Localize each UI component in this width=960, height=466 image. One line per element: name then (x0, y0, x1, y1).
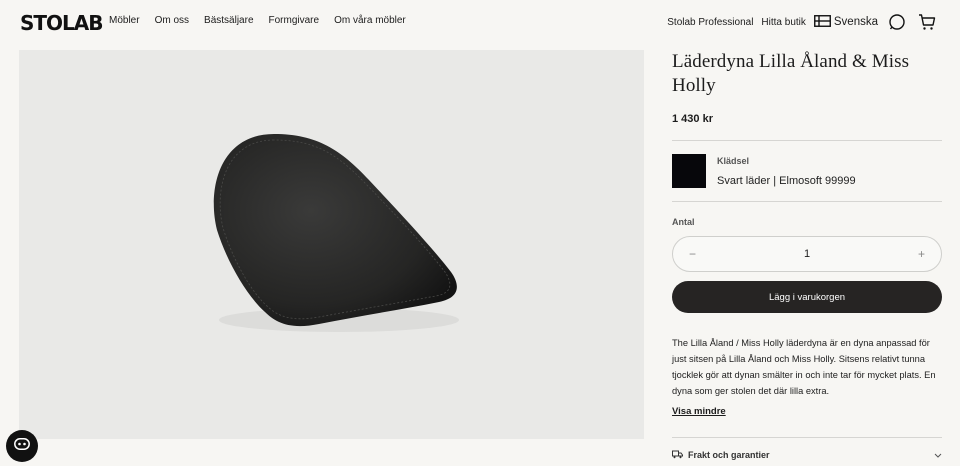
product-price: 1 430 kr (672, 113, 713, 125)
product-description: The Lilla Åland / Miss Holly läderdyna ä… (672, 338, 936, 396)
product-panel: Läderdyna Lilla Åland & Miss Holly 1 430… (672, 50, 942, 466)
find-store-link[interactable]: Hitta butik (761, 17, 805, 28)
site-header: STOLAB Möbler Om oss Bästsäljare Formgiv… (0, 0, 960, 44)
quantity-stepper: − 1 + (672, 236, 942, 272)
accordion-label: Frakt och garantier (688, 450, 770, 460)
language-selector[interactable]: Svenska (813, 14, 878, 30)
increase-button[interactable]: + (918, 247, 925, 261)
nav-item-about-furniture[interactable]: Om våra möbler (334, 15, 406, 26)
decrease-button[interactable]: − (689, 247, 696, 261)
divider (672, 201, 942, 202)
divider (672, 140, 942, 141)
quantity-value[interactable]: 1 (804, 248, 810, 260)
nav-item-about[interactable]: Om oss (155, 15, 189, 26)
nav-item-designers[interactable]: Formgivare (269, 15, 320, 26)
show-less-link[interactable]: Visa mindre (672, 406, 942, 417)
truck-icon (672, 450, 683, 461)
color-swatch[interactable] (672, 154, 706, 188)
quantity-label: Antal (672, 217, 695, 227)
cushion-illustration (213, 134, 459, 332)
chevron-down-icon (934, 450, 942, 460)
nav-item-furniture[interactable]: Möbler (109, 15, 140, 26)
language-label: Svenska (833, 16, 878, 28)
chat-button[interactable] (6, 430, 38, 462)
chat-icon (14, 437, 30, 455)
nav-item-bestsellers[interactable]: Bästsäljare (204, 15, 253, 26)
cart-icon[interactable] (916, 11, 938, 33)
search-icon[interactable] (886, 11, 908, 33)
upholstery-value: Svart läder | Elmosoft 99999 (717, 175, 856, 187)
product-title: Läderdyna Lilla Åland & Miss Holly (672, 51, 910, 96)
product-image[interactable] (19, 50, 644, 439)
accordion-shipping[interactable]: Frakt och garantier (672, 438, 942, 466)
flag-icon (813, 14, 831, 30)
upholstery-label: Klädsel (717, 156, 750, 166)
utility-nav: Stolab Professional Hitta butik Svenska (667, 11, 938, 33)
brand-logo[interactable]: STOLAB (20, 11, 104, 35)
professional-link[interactable]: Stolab Professional (667, 17, 753, 28)
upholstery-option[interactable]: Klädsel Svart läder | Elmosoft 99999 (672, 154, 942, 188)
add-to-cart-button[interactable]: Lägg i varukorgen (672, 281, 942, 313)
main-nav: Möbler Om oss Bästsäljare Formgivare Om … (109, 15, 406, 26)
